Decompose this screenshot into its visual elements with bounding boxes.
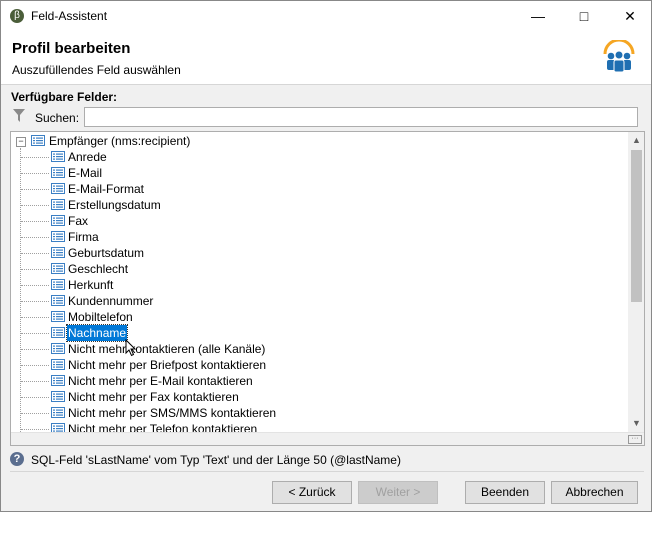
tree-item[interactable]: Nicht mehr per Telefon kontaktieren: [11, 421, 611, 432]
tree-bottom-bar: ···: [11, 432, 644, 445]
list-icon: [51, 327, 65, 338]
wizard-header: Profil bearbeiten Auszufüllendes Feld au…: [1, 32, 651, 85]
tree-item[interactable]: Erstellungsdatum: [11, 197, 611, 213]
tree-item-label: Herkunft: [68, 278, 114, 292]
window-title: Feld-Assistent: [31, 9, 108, 23]
tree-item[interactable]: E-Mail: [11, 165, 611, 181]
list-icon: [51, 391, 65, 402]
field-tree: − Empfänger (nms:recipient) Anrede E-Mail…: [10, 131, 645, 446]
tree-item-label: Nicht mehr kontaktieren (alle Kanäle): [68, 342, 266, 356]
page-subtitle: Auszufüllendes Feld auswählen: [12, 63, 181, 77]
tree-item[interactable]: Nicht mehr per Fax kontaktieren: [11, 389, 611, 405]
tree-item-label: E-Mail: [68, 166, 103, 180]
tree-item-label: Fax: [68, 214, 89, 228]
tree-item-label: Erstellungsdatum: [68, 198, 161, 212]
list-icon: [51, 407, 65, 418]
maximize-button[interactable]: □: [561, 1, 607, 32]
mouse-cursor-icon: [125, 339, 137, 357]
tree-item-label: Nicht mehr per Telefon kontaktieren: [68, 422, 258, 432]
list-icon: [51, 343, 65, 354]
tree-item[interactable]: Nicht mehr per Briefpost kontaktieren: [11, 357, 611, 373]
tree-item-label: Nicht mehr per SMS/MMS kontaktieren: [68, 406, 277, 420]
list-icon: [51, 151, 65, 162]
page-title: Profil bearbeiten: [12, 40, 131, 57]
list-icon: [51, 359, 65, 370]
tree-item[interactable]: Firma: [11, 229, 611, 245]
next-button[interactable]: Weiter >: [358, 481, 438, 504]
tree-item[interactable]: Fax: [11, 213, 611, 229]
tree-root[interactable]: − Empfänger (nms:recipient): [11, 133, 311, 149]
scrollbar-thumb[interactable]: [631, 150, 642, 302]
tree-item-label: Anrede: [68, 150, 107, 164]
app-icon: β: [10, 9, 24, 23]
tree-root-label: Empfänger (nms:recipient): [49, 134, 191, 148]
list-icon: [31, 135, 45, 146]
filter-icon: [13, 109, 25, 122]
tree-item-label: Nachname: [65, 324, 129, 342]
cancel-button[interactable]: Abbrechen: [551, 481, 638, 504]
tree-item-label: Kundennummer: [68, 294, 154, 308]
list-icon: [51, 183, 65, 194]
tree-item-label: Firma: [68, 230, 99, 244]
tree-item[interactable]: E-Mail-Format: [11, 181, 611, 197]
tree-item[interactable]: Geschlecht: [11, 261, 611, 277]
back-button[interactable]: < Zurück: [272, 481, 352, 504]
more-icon[interactable]: ···: [628, 435, 642, 444]
list-icon: [51, 423, 65, 432]
footer-divider: [10, 471, 644, 472]
tree-item-label: Geschlecht: [68, 262, 129, 276]
list-icon: [51, 199, 65, 210]
tree-item-label: Nicht mehr per Briefpost kontaktieren: [68, 358, 267, 372]
list-icon: [51, 215, 65, 226]
list-icon: [51, 247, 65, 258]
collapse-toggle-icon[interactable]: −: [16, 137, 26, 147]
list-icon: [51, 231, 65, 242]
tree-item[interactable]: Kundennummer: [11, 293, 611, 309]
help-icon: ?: [10, 452, 24, 466]
list-icon: [51, 263, 65, 274]
minimize-button[interactable]: —: [515, 1, 561, 32]
tree-item[interactable]: Nicht mehr per E-Mail kontaktieren: [11, 373, 611, 389]
tree-item-label: E-Mail-Format: [68, 182, 145, 196]
close-button[interactable]: ✕: [607, 1, 653, 32]
vertical-scrollbar[interactable]: ▲ ▼: [628, 132, 644, 432]
tree-item-label: Mobiltelefon: [68, 310, 133, 324]
field-assistant-window: β Feld-Assistent — □ ✕ Profil bearbeiten…: [0, 0, 652, 512]
tree-item-label: Nicht mehr per E-Mail kontaktieren: [68, 374, 253, 388]
title-bar: β Feld-Assistent — □ ✕: [1, 1, 651, 32]
list-icon: [51, 375, 65, 386]
tree-item-label: Geburtsdatum: [68, 246, 145, 260]
scroll-down-icon[interactable]: ▼: [628, 415, 644, 432]
list-icon: [51, 279, 65, 290]
search-input[interactable]: [84, 107, 638, 127]
list-icon: [51, 311, 65, 322]
tree-item[interactable]: Mobiltelefon: [11, 309, 611, 325]
list-icon: [51, 295, 65, 306]
tree-item[interactable]: Nicht mehr kontaktieren (alle Kanäle): [11, 341, 611, 357]
tree-item-label: Nicht mehr per Fax kontaktieren: [68, 390, 239, 404]
people-icon: [603, 40, 635, 73]
list-icon: [51, 167, 65, 178]
finish-button[interactable]: Beenden: [465, 481, 545, 504]
search-label: Suchen:: [35, 111, 80, 125]
available-fields-label: Verfügbare Felder:: [11, 90, 118, 104]
tree-item[interactable]: Herkunft: [11, 277, 611, 293]
field-tree-content: − Empfänger (nms:recipient) Anrede E-Mail…: [11, 132, 628, 432]
scroll-up-icon[interactable]: ▲: [628, 132, 644, 149]
tree-item[interactable]: Anrede: [11, 149, 611, 165]
tree-item[interactable]: Nicht mehr per SMS/MMS kontaktieren: [11, 405, 611, 421]
tree-item[interactable]: Nachname: [11, 324, 611, 342]
field-info-text: SQL-Feld 'sLastName' vom Typ 'Text' und …: [31, 453, 401, 467]
tree-item[interactable]: Geburtsdatum: [11, 245, 611, 261]
